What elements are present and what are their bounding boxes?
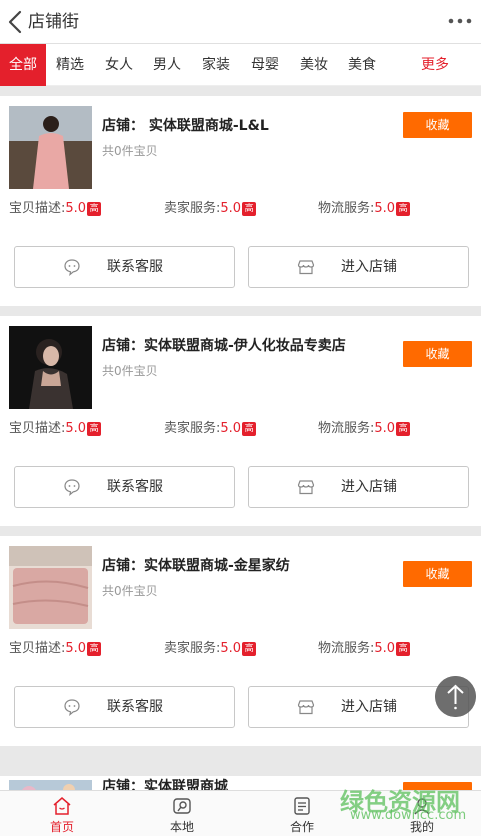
tab-food[interactable]: 美食 (343, 44, 381, 86)
tab-all[interactable]: 全部 (0, 44, 46, 86)
shop-card: 店铺：实体联盟商城-伊人化妆品专卖店 共0件宝贝 收藏 宝贝描述:5.0 高 卖家… (0, 316, 481, 526)
divider (0, 526, 481, 536)
shop-card: 店铺：实体联盟商城-金星家纺 共0件宝贝 收藏 宝贝描述:5.0 高 卖家服务:5… (0, 536, 481, 746)
high-badge: 高 (87, 201, 102, 216)
shop-name[interactable]: 店铺： 实体联盟商城-L&L (102, 115, 269, 135)
rating-description: 宝贝描述:5.0 高 (9, 200, 102, 218)
enter-shop-button[interactable]: 进入店铺 (248, 246, 469, 288)
shop-icon (297, 700, 315, 715)
tab-featured[interactable]: 精选 (51, 44, 89, 86)
favorite-button[interactable]: 收藏 (403, 112, 472, 138)
goods-count: 共0件宝贝 (102, 584, 158, 598)
location-icon (173, 798, 191, 814)
enter-shop-button[interactable]: 进入店铺 (248, 466, 469, 508)
chevron-left-icon[interactable] (6, 9, 24, 35)
rating-seller-service: 卖家服务:5.0 高 (164, 640, 257, 658)
tab-more[interactable]: 更多 (416, 44, 454, 86)
rating-logistics: 物流服务:5.0 高 (318, 640, 411, 658)
top-header: 店铺街 (0, 0, 481, 44)
shop-thumbnail[interactable] (9, 106, 92, 189)
more-dots-icon[interactable] (447, 11, 473, 31)
contact-service-button[interactable]: 联系客服 (14, 686, 235, 728)
tab-beauty[interactable]: 美妆 (295, 44, 333, 86)
home-icon (53, 797, 71, 815)
shop-name[interactable]: 店铺：实体联盟商城-伊人化妆品专卖店 (102, 335, 346, 355)
favorite-button[interactable]: 收藏 (403, 561, 472, 587)
tab-women[interactable]: 女人 (100, 44, 138, 86)
tabbar-home[interactable]: 首页 (2, 791, 122, 836)
favorite-button[interactable]: 收藏 (403, 341, 472, 367)
tab-men[interactable]: 男人 (148, 44, 186, 86)
tab-home-decor[interactable]: 家装 (197, 44, 235, 86)
high-badge: 高 (87, 421, 102, 436)
tabbar-local[interactable]: 本地 (122, 791, 242, 836)
rating-seller-service: 卖家服务:5.0 高 (164, 420, 257, 438)
divider (0, 86, 481, 96)
shop-name[interactable]: 店铺：实体联盟商城-金星家纺 (102, 555, 290, 575)
high-badge: 高 (242, 201, 257, 216)
page-title: 店铺街 (28, 12, 79, 32)
category-tabs: 全部 精选 女人 男人 家装 母婴 美妆 美食 更多 (0, 44, 481, 86)
chat-bubble-icon (64, 699, 80, 716)
tab-baby[interactable]: 母婴 (246, 44, 284, 86)
scroll-to-top-button[interactable] (435, 676, 476, 717)
high-badge: 高 (396, 641, 411, 656)
high-badge: 高 (87, 641, 102, 656)
shop-card: 店铺： 实体联盟商城-L&L 共0件宝贝 收藏 宝贝描述:5.0 高 卖家服务:5… (0, 96, 481, 306)
goods-count: 共0件宝贝 (102, 364, 158, 378)
high-badge: 高 (396, 421, 411, 436)
contact-service-button[interactable]: 联系客服 (14, 466, 235, 508)
goods-count: 共0件宝贝 (102, 144, 158, 158)
high-badge: 高 (396, 201, 411, 216)
rating-description: 宝贝描述:5.0 高 (9, 640, 102, 658)
divider (0, 746, 481, 776)
shop-icon (297, 480, 315, 495)
divider (0, 306, 481, 316)
document-icon (294, 797, 310, 815)
shop-icon (297, 260, 315, 275)
contact-service-button[interactable]: 联系客服 (14, 246, 235, 288)
shop-thumbnail[interactable] (9, 326, 92, 409)
chat-bubble-icon (64, 259, 80, 276)
shop-thumbnail[interactable] (9, 546, 92, 629)
rating-logistics: 物流服务:5.0 高 (318, 200, 411, 218)
watermark-url: www.downcc.com (350, 808, 467, 823)
high-badge: 高 (242, 641, 257, 656)
rating-seller-service: 卖家服务:5.0 高 (164, 200, 257, 218)
chat-bubble-icon (64, 479, 80, 496)
rating-description: 宝贝描述:5.0 高 (9, 420, 102, 438)
rating-logistics: 物流服务:5.0 高 (318, 420, 411, 438)
high-badge: 高 (242, 421, 257, 436)
